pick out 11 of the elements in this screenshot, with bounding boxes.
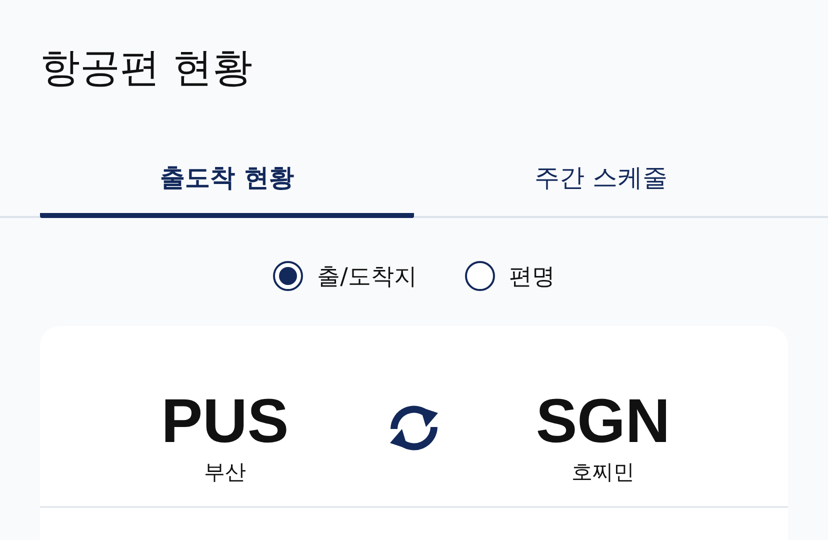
airport-code[interactable]: PUS bbox=[161, 390, 289, 454]
city-name: 부산 bbox=[204, 459, 246, 486]
tab[interactable]: 출도착 현황 bbox=[40, 150, 414, 218]
city-name: 호찌민 bbox=[572, 459, 634, 486]
radio-label: 출/도착지 bbox=[317, 262, 417, 292]
airport-code[interactable]: SGN bbox=[536, 390, 670, 454]
radio-label: 편명 bbox=[508, 262, 555, 292]
tab[interactable]: 주간 스케줄 bbox=[414, 150, 788, 218]
radio-button[interactable] bbox=[464, 261, 495, 291]
page-title: 항공편 현황 bbox=[39, 44, 254, 93]
radio-button[interactable] bbox=[273, 261, 304, 291]
